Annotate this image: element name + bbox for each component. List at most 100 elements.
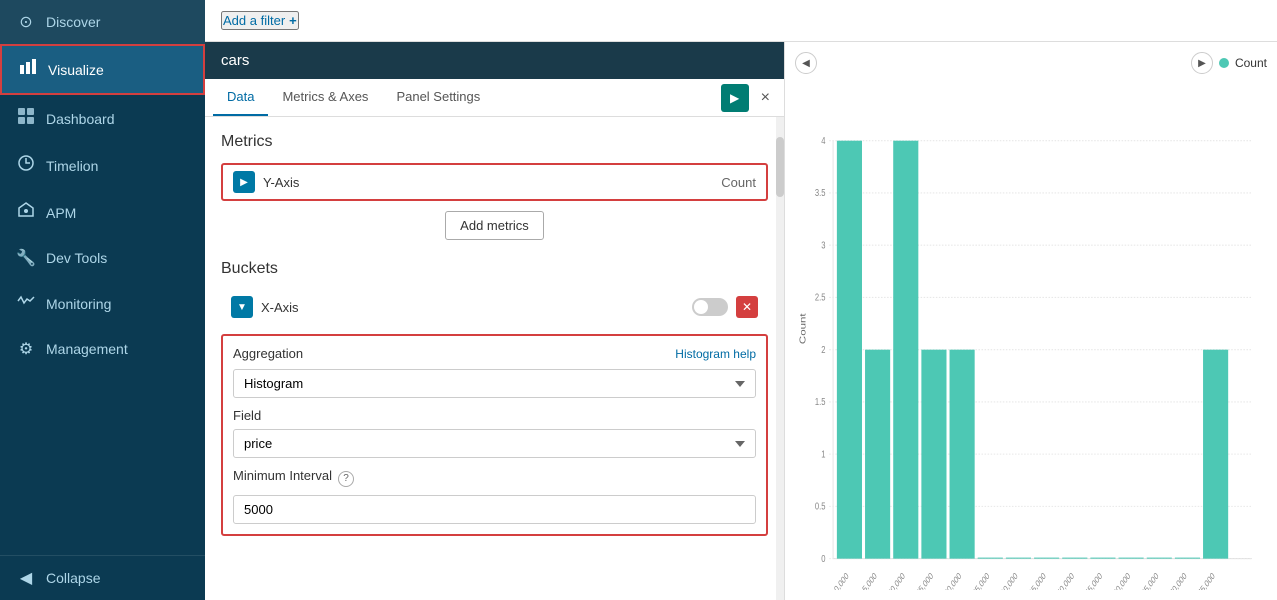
chart-svg: Count 0 0.5 1 1.5 2 [795,78,1267,590]
svg-text:0.5: 0.5 [815,500,826,511]
close-button[interactable]: × [755,87,776,109]
field-label: Field [233,408,756,423]
sidebar-item-devtools[interactable]: 🔧 Dev Tools [0,236,205,280]
panel-title: cars [205,42,784,79]
field-select[interactable]: price horsepower mpg [233,429,756,458]
sidebar-item-label: Dev Tools [46,250,107,266]
add-filter-button[interactable]: Add a filter + [221,11,299,30]
x-axis-config: Aggregation Histogram help Histogram Dat… [221,334,768,536]
scrollbar-thumb[interactable] [776,137,784,197]
bar-1 [865,350,890,559]
svg-text:2.5: 2.5 [815,291,826,302]
sidebar-item-label: Dashboard [46,111,115,127]
panel-body: Metrics ▶ Y-Axis Count Add metrics Bucke… [205,117,784,600]
sidebar-item-label: Discover [46,14,100,30]
sidebar-item-collapse[interactable]: ◀ Collapse [0,556,205,600]
y-axis-toggle-button[interactable]: ▶ [233,171,255,193]
x-axis-label: X-Axis [261,300,684,315]
legend-dot [1219,58,1229,68]
y-axis-label: Y-Axis [263,175,713,190]
main-content: Add a filter + cars Data Metrics & Axes … [205,0,1277,600]
sidebar-item-discover[interactable]: ⊙ Discover [0,0,205,44]
buckets-section-title: Buckets [221,260,768,278]
svg-text:0: 0 [821,553,825,564]
tabs-bar: Data Metrics & Axes Panel Settings ▶ × [205,79,784,117]
visualize-icon [18,58,38,81]
bar-9 [1090,558,1115,559]
management-icon: ⚙ [16,339,36,359]
help-icon[interactable]: ? [338,471,354,487]
add-metrics-button[interactable]: Add metrics [445,211,544,240]
bar-11 [1147,558,1172,559]
sidebar-item-visualize[interactable]: Visualize [0,44,205,95]
x-axis-toggle-button[interactable]: ▼ [231,296,253,318]
svg-text:50,000: 50,000 [1055,570,1075,590]
aggregation-row: Aggregation Histogram help [233,346,756,361]
left-panel: cars Data Metrics & Axes Panel Settings … [205,42,785,600]
svg-text:10,000: 10,000 [830,570,850,590]
sidebar-item-management[interactable]: ⚙ Management [0,327,205,371]
bar-10 [1119,558,1144,559]
svg-text:35,000: 35,000 [971,570,991,590]
scrollbar-track[interactable] [776,117,784,600]
svg-text:25,000: 25,000 [915,570,935,590]
devtools-icon: 🔧 [16,248,36,268]
dashboard-icon [16,107,36,130]
svg-text:3: 3 [821,239,825,250]
svg-text:65,000: 65,000 [1140,570,1160,590]
chart-legend: ▶ Count [1191,52,1267,74]
sidebar-item-timelion[interactable]: Timelion [0,142,205,189]
svg-text:1.5: 1.5 [815,396,826,407]
svg-text:75,000: 75,000 [1196,570,1216,590]
sidebar-item-apm[interactable]: APM [0,189,205,236]
run-button[interactable]: ▶ [721,84,749,112]
y-axis-metric-row: ▶ Y-Axis Count [221,163,768,201]
sidebar-item-label: Visualize [48,62,104,78]
sidebar-item-monitoring[interactable]: Monitoring [0,280,205,327]
min-interval-row: Minimum Interval ? [233,468,756,489]
metrics-section-title: Metrics [221,133,768,151]
sidebar-item-label: Management [46,341,128,357]
svg-text:2: 2 [821,344,825,355]
x-axis-toggle-switch[interactable] [692,298,728,316]
add-filter-label: Add a filter [223,13,285,28]
sidebar: ⊙ Discover Visualize Dashboard [0,0,205,600]
bar-4 [950,350,975,559]
min-interval-label: Minimum Interval [233,468,332,483]
sidebar-collapse-label: Collapse [46,570,100,586]
svg-text:55,000: 55,000 [1084,570,1104,590]
x-axis-label-text: price [1033,589,1051,590]
bar-6 [1006,558,1031,559]
chart-next-button[interactable]: ▶ [1191,52,1213,74]
svg-text:1: 1 [821,448,825,459]
panel-title-text: cars [221,52,249,69]
x-axis-delete-button[interactable]: ✕ [736,296,758,318]
sidebar-item-label: Monitoring [46,296,111,312]
tab-panel-settings[interactable]: Panel Settings [382,79,494,116]
sidebar-item-dashboard[interactable]: Dashboard [0,95,205,142]
svg-text:30,000: 30,000 [943,570,963,590]
svg-text:4: 4 [821,135,825,146]
min-interval-input[interactable] [233,495,756,524]
sidebar-item-label: APM [46,205,76,221]
tab-actions: ▶ × [721,84,776,112]
sidebar-item-label: Timelion [46,158,98,174]
bar-2 [893,141,918,559]
chart-header: ◀ ▶ Count [795,52,1267,74]
discover-icon: ⊙ [16,12,36,32]
chart-svg-container: Count 0 0.5 1 1.5 2 [795,78,1267,590]
bar-0 [837,141,862,559]
tab-data[interactable]: Data [213,79,268,116]
monitoring-icon [16,292,36,315]
bar-5 [978,558,1003,559]
chart-prev-button[interactable]: ◀ [795,52,817,74]
histogram-help-link[interactable]: Histogram help [675,347,756,361]
svg-text:70,000: 70,000 [1168,570,1188,590]
svg-text:60,000: 60,000 [1112,570,1132,590]
svg-text:15,000: 15,000 [858,570,878,590]
tab-metrics-axes[interactable]: Metrics & Axes [268,79,382,116]
aggregation-select[interactable]: Histogram Date Histogram Range [233,369,756,398]
svg-text:40,000: 40,000 [999,570,1019,590]
aggregation-label: Aggregation [233,346,303,361]
content-area: cars Data Metrics & Axes Panel Settings … [205,42,1277,600]
